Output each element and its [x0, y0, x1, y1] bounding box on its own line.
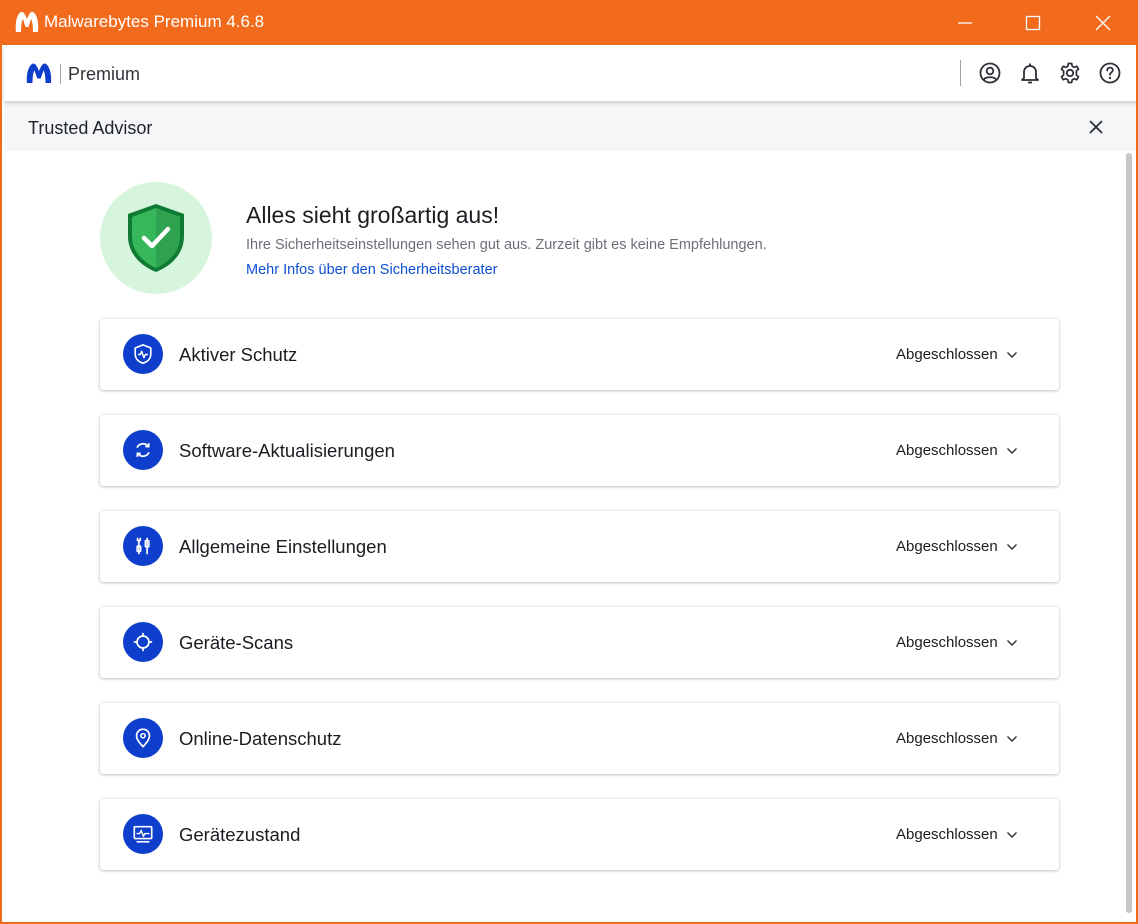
advisor-content: Alles sieht großartig aus! Ihre Sicherhe…: [4, 151, 1136, 922]
status-badge: [100, 182, 212, 294]
category-card-active-protection[interactable]: Aktiver Schutz Abgeschlossen: [100, 319, 1059, 390]
window-close-button[interactable]: [1068, 0, 1136, 45]
category-card-device-health[interactable]: Gerätezustand Abgeschlossen: [100, 799, 1059, 870]
app-header: Premium: [4, 45, 1136, 101]
category-status: Abgeschlossen: [896, 442, 998, 459]
category-card-general-settings[interactable]: Allgemeine Einstellungen Abgeschlossen: [100, 511, 1059, 582]
panel-header: Trusted Advisor: [4, 101, 1136, 151]
brand-divider: [60, 64, 61, 84]
category-status: Abgeschlossen: [896, 826, 998, 843]
refresh-icon: [136, 442, 150, 458]
minimize-button[interactable]: [930, 0, 1000, 45]
tools-icon: [136, 537, 150, 555]
shield-pulse-icon: [134, 344, 152, 364]
malwarebytes-brand-icon: [26, 63, 52, 83]
help-icon[interactable]: [1098, 61, 1122, 85]
gear-icon[interactable]: [1058, 61, 1082, 85]
category-status: Abgeschlossen: [896, 538, 998, 555]
malwarebytes-logo-icon: [15, 11, 39, 32]
category-card-device-scans[interactable]: Geräte-Scans Abgeschlossen: [100, 607, 1059, 678]
maximize-icon: [1025, 15, 1041, 30]
category-label: Online-Datenschutz: [179, 728, 342, 749]
minimize-icon: [958, 21, 972, 24]
brand-label: Premium: [68, 64, 141, 84]
category-status: Abgeschlossen: [896, 634, 998, 651]
category-status: Abgeschlossen: [896, 346, 998, 363]
panel-title: Trusted Advisor: [28, 118, 153, 138]
category-card-online-privacy[interactable]: Online-Datenschutz Abgeschlossen: [100, 703, 1059, 774]
header-divider: [960, 60, 961, 86]
category-label: Geräte-Scans: [179, 632, 294, 653]
title-bar: Malwarebytes Premium 4.6.8: [2, 0, 1136, 45]
crosshair-icon: [133, 632, 153, 652]
category-label: Aktiver Schutz: [179, 344, 298, 365]
category-card-software-updates[interactable]: Software-Aktualisierungen Abgeschlossen: [100, 415, 1059, 486]
category-label: Allgemeine Einstellungen: [179, 536, 387, 557]
chevron-down-icon[interactable]: [1006, 733, 1018, 745]
category-icon-badge: [123, 430, 163, 470]
chevron-down-icon[interactable]: [1006, 637, 1018, 649]
status-subtitle: Ihre Sicherheitseinstellungen sehen gut …: [246, 237, 767, 253]
monitor-pulse-icon: [133, 825, 153, 843]
maximize-button[interactable]: [998, 0, 1068, 45]
chevron-down-icon[interactable]: [1006, 541, 1018, 553]
category-icon-badge: [123, 334, 163, 374]
category-label: Gerätezustand: [179, 824, 301, 845]
chevron-down-icon[interactable]: [1006, 349, 1018, 361]
chevron-down-icon[interactable]: [1006, 829, 1018, 841]
window-title: Malwarebytes Premium 4.6.8: [44, 12, 265, 31]
bell-icon[interactable]: [1018, 61, 1042, 85]
category-icon-badge: [123, 718, 163, 758]
shield-check-icon: [128, 204, 184, 272]
learn-more-link[interactable]: Mehr Infos über den Sicherheitsberater: [246, 262, 497, 278]
status-title: Alles sieht großartig aus!: [246, 202, 500, 228]
close-icon[interactable]: [1084, 115, 1108, 139]
account-icon[interactable]: [978, 61, 1002, 85]
chevron-down-icon[interactable]: [1006, 445, 1018, 457]
category-icon-badge: [123, 622, 163, 662]
scrollbar-thumb[interactable]: [1126, 153, 1132, 913]
category-icon-badge: [123, 814, 163, 854]
location-pin-icon: [135, 728, 151, 748]
category-status: Abgeschlossen: [896, 730, 998, 747]
category-icon-badge: [123, 526, 163, 566]
app-window: Malwarebytes Premium 4.6.8 Premium Trust…: [0, 0, 1138, 924]
close-icon: [1095, 15, 1111, 30]
category-label: Software-Aktualisierungen: [179, 440, 395, 461]
